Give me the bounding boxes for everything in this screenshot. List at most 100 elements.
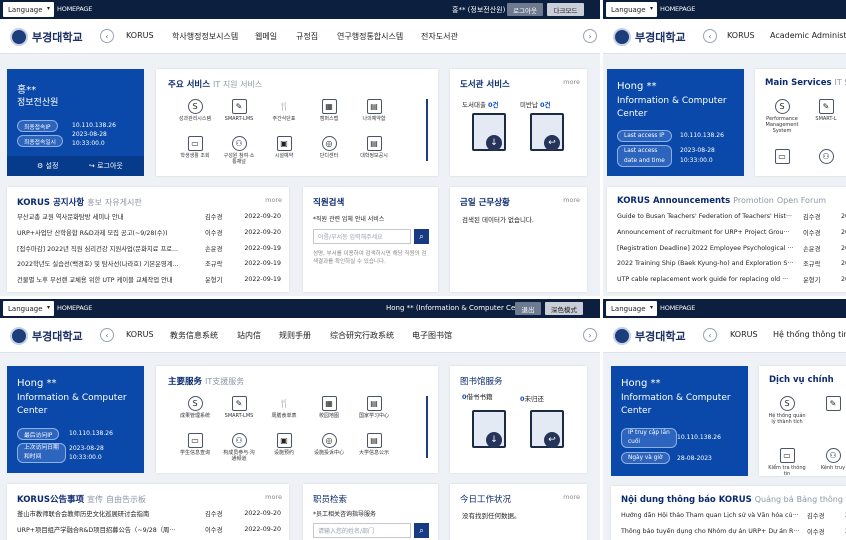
service-facility[interactable]: ▣ 设施预约 bbox=[267, 433, 301, 456]
settings-button[interactable]: ⚙ 설정 bbox=[37, 161, 58, 171]
list-item[interactable]: [접수마감] 2022년 직원 심리건강 지원사업(문화치료 프로... 손윤경 2… bbox=[17, 240, 281, 256]
menu-messages[interactable]: 站内信 bbox=[237, 330, 261, 341]
list-item[interactable]: UTP cable replacement work guide for rep… bbox=[617, 272, 846, 288]
service-student[interactable]: ▭ 学生信息查询 bbox=[178, 433, 212, 456]
menu-academic[interactable]: Hệ thống thông tin h bbox=[773, 330, 846, 339]
nav-prev-button[interactable]: ‹ bbox=[703, 328, 717, 342]
menu-regulations[interactable]: 规则手册 bbox=[279, 330, 311, 341]
menu-library[interactable]: 전자도서관 bbox=[421, 31, 458, 42]
list-item[interactable]: Hướng dẫn Hội thảo Tham quan Lịch sử và … bbox=[621, 508, 846, 524]
tab-forum[interactable]: 自由告示板 bbox=[106, 495, 146, 504]
service-channel[interactable]: ⚇ 구성원 참여·소통채널 bbox=[222, 136, 256, 165]
service-performance[interactable]: S Hệ thống quản lý thành tích bbox=[767, 396, 807, 425]
list-item[interactable]: 2022 Training Ship (Baek Kyung-ho) and E… bbox=[617, 256, 846, 272]
service-smart-lms[interactable]: ✎ SMART-LMS bbox=[222, 99, 256, 122]
work-more-link[interactable]: more bbox=[563, 493, 580, 501]
service-student[interactable]: ▭ Kiểm tra thông tin bbox=[767, 448, 807, 477]
tab-promotion[interactable]: 宣传 bbox=[87, 495, 103, 504]
service-menu[interactable]: 🍴 주간식단표 bbox=[267, 99, 301, 122]
list-item[interactable]: URP+项目组产学融合R&D项目招募公告（~9/28（周··· 이수경 2022-0… bbox=[17, 522, 281, 538]
service-study-center[interactable]: ▤ 国家学习中心 bbox=[357, 396, 391, 419]
search-icon[interactable]: ⌕ bbox=[414, 523, 429, 538]
menu-korus[interactable]: KORUS bbox=[727, 31, 755, 40]
service-performance[interactable]: S 成果管理系统 bbox=[178, 396, 212, 419]
service-performance[interactable]: S Performance Management System bbox=[763, 99, 801, 134]
staff-search-input[interactable]: 请输入您的姓名/部门 bbox=[313, 523, 411, 538]
tab-notices[interactable]: KORUS 공지사항 bbox=[17, 198, 84, 208]
nav-next-button[interactable]: › bbox=[583, 328, 597, 342]
list-item[interactable]: [Registration Deadline] 2022 Employee Ps… bbox=[617, 240, 846, 256]
scrollbar[interactable] bbox=[426, 99, 428, 161]
menu-academic[interactable]: 학사행정정보시스템 bbox=[172, 31, 238, 42]
menu-research[interactable]: 综合研究行政系统 bbox=[330, 330, 394, 341]
language-select[interactable]: Language ▾ bbox=[3, 301, 54, 316]
language-select[interactable]: Language ▾ bbox=[3, 2, 54, 17]
tab-promotion[interactable]: Quảng bá bbox=[755, 495, 794, 504]
tab-promotion[interactable]: 홍보 bbox=[87, 198, 102, 207]
service-campus-map[interactable]: ▦ 캠퍼스맵 bbox=[312, 99, 346, 122]
book-return-icon[interactable]: ↩ bbox=[530, 410, 564, 448]
nav-prev-button[interactable]: ‹ bbox=[100, 328, 114, 342]
service-disclosure[interactable]: ▤ 대학정보공시 bbox=[357, 136, 391, 159]
service-smart-lms[interactable]: ✎ SMART-LMS bbox=[222, 396, 256, 419]
tab-notices[interactable]: KORUS公告事项 bbox=[17, 495, 84, 505]
staff-search-input[interactable]: 이름/부서등 입력해주세요 bbox=[313, 229, 411, 244]
homepage-link[interactable]: HOMEPAGE bbox=[660, 5, 695, 13]
service-channel[interactable]: ⚇ 构成员参与·沟通频道 bbox=[222, 433, 256, 462]
darkmode-button[interactable]: 深色模式 bbox=[545, 302, 583, 315]
nav-prev-button[interactable]: ‹ bbox=[100, 29, 114, 43]
tab-notices[interactable]: KORUS Announcements bbox=[617, 196, 730, 206]
tab-forum[interactable]: Open Forum bbox=[777, 196, 826, 205]
service-smart-lms[interactable]: ✎ SMART-L bbox=[807, 99, 845, 122]
notices-more-link[interactable]: more bbox=[265, 196, 282, 204]
list-item[interactable]: 釜山市教师联合会教师历史文化巡展研讨会指南 김수경 2022-09-20 bbox=[17, 506, 281, 522]
nav-next-button[interactable]: › bbox=[583, 29, 597, 43]
language-select[interactable]: Language ▾ bbox=[606, 2, 657, 17]
notices-more-link[interactable]: more bbox=[265, 493, 282, 501]
service-facility[interactable]: ▣ 시설예약 bbox=[267, 136, 301, 159]
services-subtitle[interactable]: IT Sup bbox=[834, 78, 846, 87]
tab-forum[interactable]: 자유게시판 bbox=[105, 198, 142, 207]
library-more-link[interactable]: more bbox=[563, 78, 580, 86]
service-complaints[interactable]: ◎ 设施投诉中心 bbox=[312, 433, 346, 456]
service-smart-lms[interactable]: ✎ bbox=[813, 396, 846, 413]
menu-korus[interactable]: KORUS bbox=[126, 31, 154, 40]
book-return-icon[interactable]: ↩ bbox=[530, 113, 564, 151]
service-menu[interactable]: 🍴 周膳食单表 bbox=[267, 396, 301, 419]
logout-button[interactable]: 로그아웃 bbox=[507, 3, 543, 16]
service-disclosure[interactable]: ▤ 大学信息公示 bbox=[357, 433, 391, 456]
services-subtitle[interactable]: IT支援服务 bbox=[205, 377, 244, 386]
language-select[interactable]: Language ▾ bbox=[606, 301, 657, 316]
university-logo[interactable]: 부경대학교 bbox=[10, 28, 83, 46]
menu-korus[interactable]: KORUS bbox=[126, 330, 154, 339]
list-item[interactable]: URP+사업단 산학융합 R&D과제 모집 공고(~9/28(수)) 이수경 202… bbox=[17, 225, 281, 241]
tab-forum[interactable]: Bảng thông tin tự do bbox=[797, 495, 846, 504]
list-item[interactable]: 부산교총 교원 역사문화탐방 세미나 안내 김수경 2022-09-20 bbox=[17, 209, 281, 225]
service-campus-map[interactable]: ▦ 校园地图 bbox=[312, 396, 346, 419]
service-student[interactable]: ▭ bbox=[763, 149, 801, 166]
homepage-link[interactable]: HOMEPAGE bbox=[660, 304, 695, 312]
services-subtitle[interactable]: IT 지원 서비스 bbox=[213, 80, 262, 89]
menu-research[interactable]: 연구행정통합시스템 bbox=[337, 31, 403, 42]
darkmode-button[interactable]: 다크모드 bbox=[547, 3, 584, 16]
homepage-link[interactable]: HOMEPAGE bbox=[57, 304, 92, 312]
service-performance[interactable]: S 성과관리시스템 bbox=[178, 99, 212, 122]
menu-academic[interactable]: 教务信息系统 bbox=[170, 330, 218, 341]
service-student[interactable]: ▭ 학생생활 조회 bbox=[178, 136, 212, 159]
list-item[interactable]: Guide to Busan Teachers' Federation of T… bbox=[617, 209, 846, 225]
homepage-link[interactable]: HOMEPAGE bbox=[57, 5, 92, 13]
book-loan-icon[interactable]: ↓ bbox=[472, 410, 506, 448]
search-icon[interactable]: ⌕ bbox=[414, 229, 429, 244]
tab-notices[interactable]: Nội dung thông báo KORUS bbox=[621, 495, 752, 505]
tab-promotion[interactable]: Promotion bbox=[733, 196, 774, 205]
service-channel[interactable]: ⚇ Kênh truy bbox=[813, 448, 846, 471]
university-logo[interactable]: 부경대학교 bbox=[613, 327, 686, 345]
university-logo[interactable]: 부경대학교 bbox=[10, 327, 83, 345]
menu-regulations[interactable]: 규정집 bbox=[296, 31, 318, 42]
service-dandi[interactable]: ◎ 단디센터 bbox=[312, 136, 346, 159]
menu-webmail[interactable]: 웹메일 bbox=[255, 31, 277, 42]
book-loan-icon[interactable]: ↓ bbox=[472, 113, 506, 151]
service-channel[interactable]: ⚇ bbox=[807, 149, 845, 166]
menu-library[interactable]: 电子图书馆 bbox=[412, 330, 452, 341]
logout-link[interactable]: ↪ 로그아웃 bbox=[89, 161, 123, 171]
